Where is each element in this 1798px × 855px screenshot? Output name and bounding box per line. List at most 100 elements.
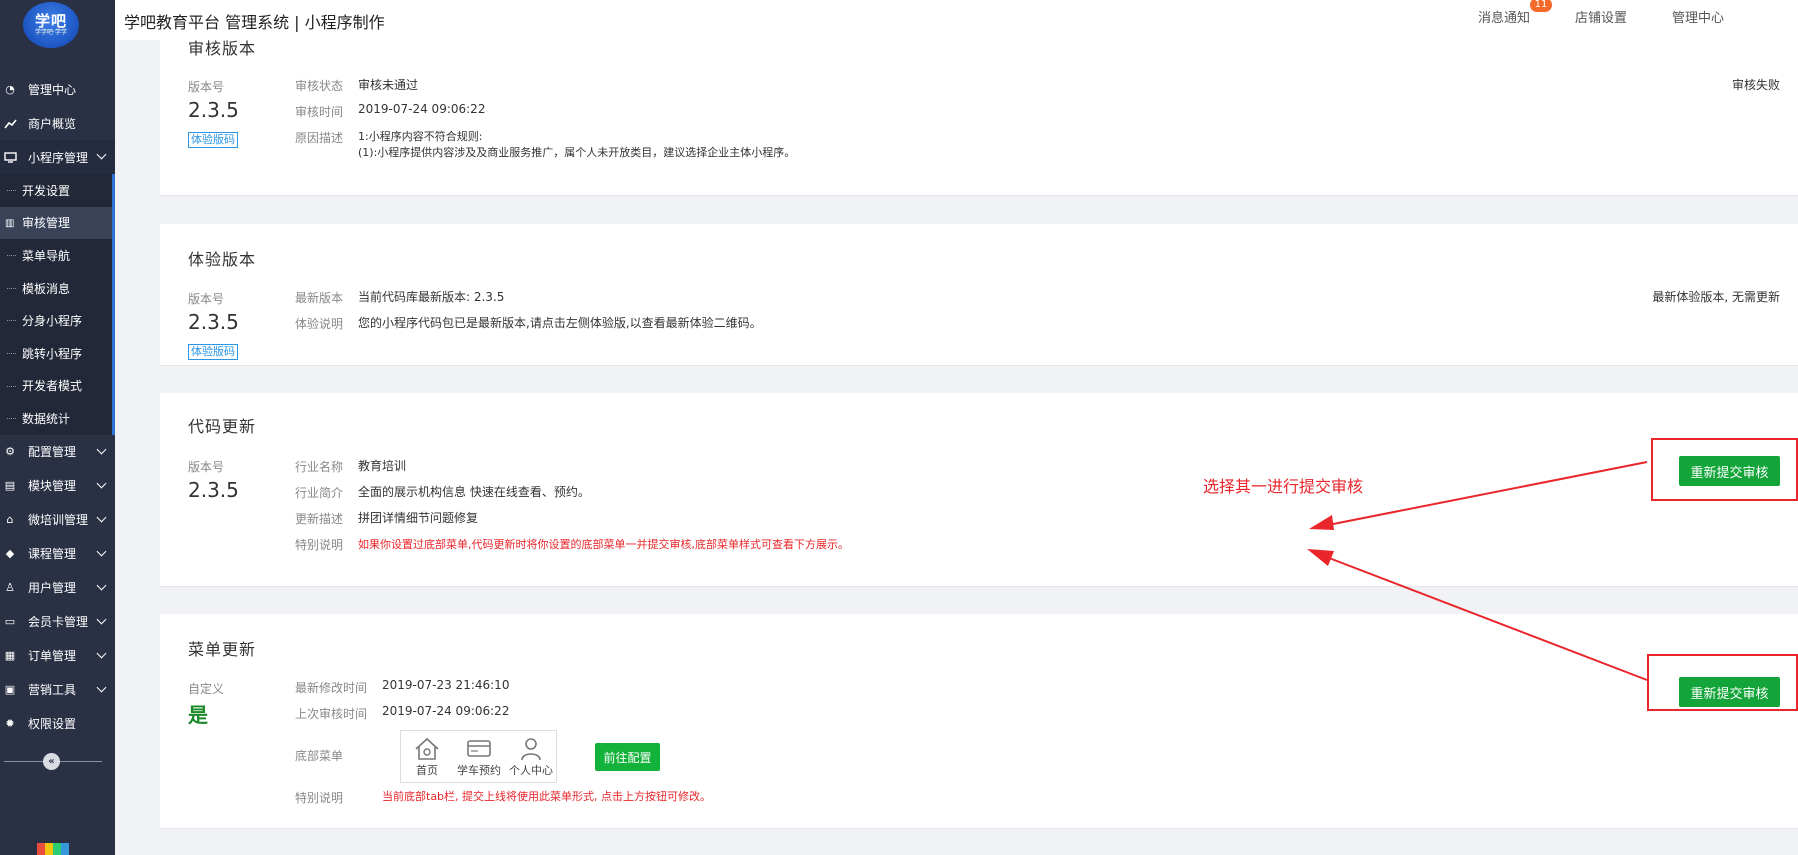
menu-preview-item: 个人中心 xyxy=(505,731,557,784)
annotation-box-menu xyxy=(1647,654,1798,711)
menu-special-label: 特别说明 xyxy=(295,791,344,805)
menu-preview-label: 学车预约 xyxy=(457,764,501,777)
version-label: 版本号 xyxy=(188,80,225,94)
sidebar-item-label: 管理中心 xyxy=(28,82,77,97)
reason-label: 原因描述 xyxy=(295,131,344,145)
partner-logo xyxy=(37,843,69,855)
audit-card-title: 审核版本 xyxy=(188,39,257,58)
chevron-down-icon xyxy=(96,149,107,160)
goto-config-button[interactable]: 前往配置 xyxy=(595,743,660,771)
sidebar-item-label: 微培训管理 xyxy=(28,513,89,528)
sidebar-item-admin-center[interactable]: ◔ 管理中心 xyxy=(0,72,115,106)
audit-time-label: 审核时间 xyxy=(295,105,344,119)
chevron-down-icon xyxy=(96,546,107,557)
annotation-box-code xyxy=(1651,438,1798,501)
notification-count-badge: 11 xyxy=(1530,0,1552,12)
trial-status: 最新体验版本, 无需更新 xyxy=(1652,290,1780,304)
chevron-down-icon xyxy=(96,444,107,455)
sidebar-item-label: 权限设置 xyxy=(28,717,77,732)
sidebar-item-courses[interactable]: ◆ 课程管理 xyxy=(0,537,115,571)
audit-time-value: 2019-07-24 09:06:22 xyxy=(358,102,486,116)
sidebar-subnav: 开发设置 ▥ 审核管理 菜单导航 模板消息 分身小程序 跳转小程序 开发者模式 数… xyxy=(0,174,115,435)
industry-intro-value: 全面的展示机构信息 快速在线查看、预约。 xyxy=(358,485,590,499)
version-label: 版本号 xyxy=(188,292,225,306)
card-outline-icon xyxy=(467,740,491,757)
sidebar-item-marketing[interactable]: ▣ 营销工具 xyxy=(0,673,115,707)
version-number: 2.3.5 xyxy=(188,310,239,334)
special-note-label: 特别说明 xyxy=(295,538,344,552)
trial-version-card: 体验版本 版本号 2.3.5 体验版码 最新版本 当前代码库最新版本: 2.3.… xyxy=(160,224,1798,366)
shop-settings-link[interactable]: 店铺设置 xyxy=(1575,7,1627,26)
gear-icon: ✹ xyxy=(5,717,15,731)
modules-icon: ▤ xyxy=(4,479,16,493)
menu-special-value: 当前底部tab栏, 提交上线将使用此菜单形式, 点击上方按钮可修改。 xyxy=(382,790,712,803)
notifications-link[interactable]: 消息通知 xyxy=(1478,7,1530,26)
sidebar-item-permissions[interactable]: ✹ 权限设置 xyxy=(0,707,115,741)
latest-version-label: 最新版本 xyxy=(295,291,344,305)
sidebar-subitem-menu-nav[interactable]: 菜单导航 xyxy=(0,239,112,272)
trial-qr-tag[interactable]: 体验版码 xyxy=(188,344,238,360)
bottom-menu-label: 底部菜单 xyxy=(295,749,344,763)
sidebar: 学吧 学学吧·学学 ◔ 管理中心 商户概览 小程序管理 开发设置 ▥ 审核管理 菜… xyxy=(0,0,115,855)
menu-preview-label: 个人中心 xyxy=(509,764,553,777)
sidebar-item-label: 商户概览 xyxy=(28,116,77,131)
bottom-menu-preview: 首页 学车预约 个人中心 xyxy=(400,730,557,783)
audit-result-status: 审核失败 xyxy=(1731,78,1780,92)
monitor-icon xyxy=(3,150,17,164)
special-note-value: 如果你设置过底部菜单,代码更新时将你设置的底部菜单一并提交审核,底部菜单样式可查… xyxy=(358,538,849,551)
chevron-down-icon xyxy=(96,512,107,523)
custom-value: 是 xyxy=(188,703,208,727)
logo-text: 学吧 xyxy=(34,12,67,30)
sidebar-item-modules[interactable]: ▤ 模块管理 xyxy=(0,469,115,503)
subitem-label: 开发者模式 xyxy=(22,379,83,394)
chevron-down-icon xyxy=(96,580,107,591)
reason-line-2: (1):小程序提供内容涉及及商业服务推广，属个人未开放类目，建议选择企业主体小程… xyxy=(358,146,796,159)
admin-center-link[interactable]: 管理中心 xyxy=(1672,7,1724,26)
sidebar-item-users[interactable]: ♙ 用户管理 xyxy=(0,571,115,605)
sidebar-item-merchant-overview[interactable]: 商户概览 xyxy=(0,106,115,140)
menu-preview-item: 首页 xyxy=(401,731,453,784)
trial-desc-label: 体验说明 xyxy=(295,317,344,331)
trial-desc-value: 您的小程序代码包已是最新版本,请点击左侧体验版,以查看最新体验二维码。 xyxy=(358,316,762,330)
user-icon: ♙ xyxy=(5,581,15,595)
subitem-label: 审核管理 xyxy=(22,216,71,231)
person-outline-icon xyxy=(521,738,541,761)
trial-qr-tag[interactable]: 体验版码 xyxy=(188,132,238,148)
update-desc-label: 更新描述 xyxy=(295,512,344,526)
chart-line-icon xyxy=(3,116,17,130)
sidebar-item-orders[interactable]: ▦ 订单管理 xyxy=(0,639,115,673)
menu-preview-label: 首页 xyxy=(416,764,438,777)
top-header: 学吧教育平台 管理系统 | 小程序制作 消息通知 11 店铺设置 管理中心 xyxy=(115,0,1798,40)
brand-logo[interactable]: 学吧 学学吧·学学 xyxy=(23,2,79,48)
sidebar-item-config[interactable]: ⚙ 配置管理 xyxy=(0,435,115,469)
version-label: 版本号 xyxy=(188,460,225,474)
subitem-label: 开发设置 xyxy=(22,183,71,198)
sidebar-subitem-clone-app[interactable]: 分身小程序 xyxy=(0,304,112,337)
industry-value: 教育培训 xyxy=(358,459,407,473)
sidebar-item-label: 订单管理 xyxy=(28,649,77,664)
bar-chart-icon: ▥ xyxy=(5,217,15,229)
sidebar-item-label: 小程序管理 xyxy=(28,150,89,165)
sidebar-subitem-jump-app[interactable]: 跳转小程序 xyxy=(0,337,112,370)
sidebar-item-micro-training[interactable]: ⌂ 微培训管理 xyxy=(0,503,115,537)
version-number: 2.3.5 xyxy=(188,478,239,502)
graduation-cap-icon: ◆ xyxy=(5,547,15,561)
sidebar-subitem-template-msg[interactable]: 模板消息 xyxy=(0,272,112,305)
sidebar-item-member-card[interactable]: ▭ 会员卡管理 xyxy=(0,605,115,639)
version-number: 2.3.5 xyxy=(188,98,239,122)
sidebar-subitem-audit[interactable]: ▥ 审核管理 xyxy=(0,206,112,240)
sidebar-subitem-dev-mode[interactable]: 开发者模式 xyxy=(0,370,112,403)
sidebar-item-label: 配置管理 xyxy=(28,445,77,460)
audit-status-label: 审核状态 xyxy=(295,79,344,93)
industry-label: 行业名称 xyxy=(295,460,344,474)
logo-subtext: 学学吧·学学 xyxy=(35,29,67,36)
sidebar-item-miniprogram[interactable]: 小程序管理 xyxy=(0,140,115,174)
sidebar-nav: ◔ 管理中心 商户概览 小程序管理 开发设置 ▥ 审核管理 菜单导航 模板消息 分… xyxy=(0,72,115,741)
sidebar-subitem-dev-settings[interactable]: 开发设置 xyxy=(0,174,112,207)
update-desc-value: 拼团详情细节问题修复 xyxy=(358,511,479,525)
code-update-card: 代码更新 版本号 2.3.5 行业名称 教育培训 行业简介 全面的展示机构信息 … xyxy=(160,393,1798,587)
collapse-sidebar-icon[interactable]: « xyxy=(43,753,60,770)
sidebar-item-label: 课程管理 xyxy=(28,547,77,562)
notifications-label: 消息通知 xyxy=(1478,11,1531,26)
sidebar-subitem-stats[interactable]: 数据统计 xyxy=(0,402,112,435)
